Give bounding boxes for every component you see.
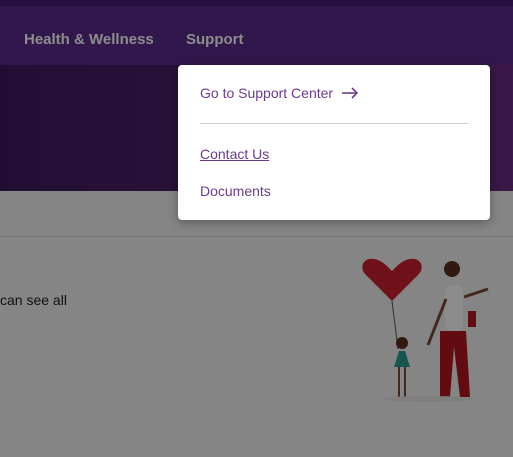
go-to-support-center-link[interactable]: Go to Support Center xyxy=(200,85,359,101)
dropdown-separator xyxy=(200,123,468,124)
documents-link[interactable]: Documents xyxy=(200,183,271,199)
go-to-support-center-label: Go to Support Center xyxy=(200,85,334,101)
contact-us-link[interactable]: Contact Us xyxy=(200,146,269,162)
support-dropdown-menu: Go to Support Center Contact Us Document… xyxy=(178,65,490,220)
arrow-right-icon xyxy=(342,87,359,99)
